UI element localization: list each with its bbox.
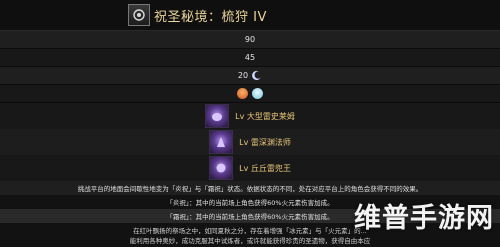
boss-entry[interactable]: Lv 雷深渊法师: [0, 129, 500, 155]
boss-label: Lv 丘丘雷兜王: [239, 163, 291, 173]
boss-entry[interactable]: Lv 丘丘雷兜王: [0, 155, 500, 181]
boss-label: Lv 雷深渊法师: [239, 137, 291, 147]
stat-row-recommended-level: 90: [0, 31, 500, 48]
stat-value: 45: [244, 53, 256, 62]
slime-portrait-icon: [205, 104, 230, 128]
domain-header: 祝圣秘境：梳狩 IV: [0, 0, 500, 31]
pyro-element-icon: [237, 88, 248, 99]
boss-entry[interactable]: Lv 大型雷史莱姆: [0, 103, 500, 129]
stat-row-resin-cost: 20: [0, 67, 500, 84]
hilichurl-king-portrait-icon: [209, 156, 234, 180]
abyss-mage-portrait-icon: [209, 130, 234, 154]
moon-icon: [252, 70, 261, 81]
boss-label: Lv 大型雷史莱姆: [235, 111, 295, 121]
stat-row-enemy-level: 45: [0, 49, 500, 66]
domain-title: 祝圣秘境：梳狩 IV: [154, 10, 267, 25]
leyline-description: 挑战平台的地面会间歇性地变为「炎祝」与「霜祝」状态。依据状态的不同，处在对应平台…: [0, 181, 500, 195]
stat-value: 90: [244, 35, 256, 44]
domain-info-panel: 祝圣秘境：梳狩 IV 90 45 20 Lv 大型雷史莱姆 Lv 雷深渊法师 L…: [0, 0, 500, 245]
cryo-element-icon: [252, 88, 263, 99]
gear-seal-icon: [128, 4, 150, 26]
stat-row-elements: [0, 85, 500, 102]
site-watermark: 维普手游网: [354, 203, 494, 234]
stat-value: 20: [237, 71, 249, 80]
